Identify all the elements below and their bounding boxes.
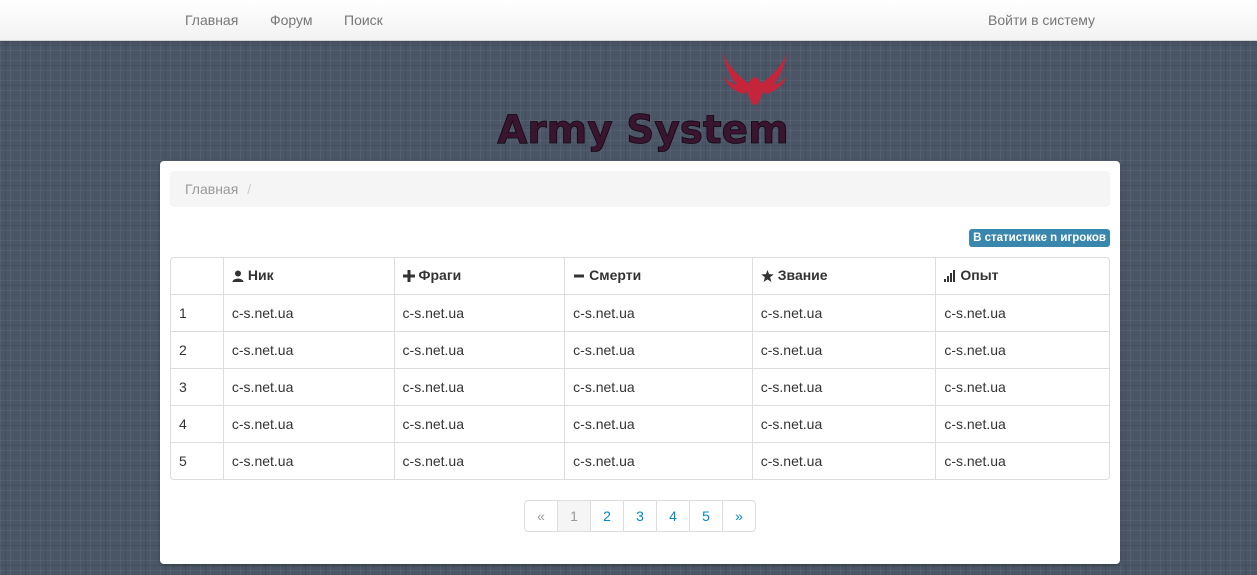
star-icon bbox=[760, 269, 774, 285]
page-3-button[interactable]: 3 bbox=[623, 501, 656, 531]
stats-table: Ник Фраги Смерти Звание Опыт 1 c-s.net.u… bbox=[170, 257, 1110, 480]
header-rank[interactable]: Звание bbox=[751, 258, 936, 294]
cell-deaths: c-s.net.ua bbox=[564, 368, 752, 405]
header-frags-label: Фраги bbox=[418, 267, 462, 283]
row-number: 3 bbox=[171, 368, 223, 405]
cell-deaths: c-s.net.ua bbox=[564, 405, 752, 442]
nav-search-link[interactable]: Поиск bbox=[344, 0, 383, 40]
cell-exp: c-s.net.ua bbox=[935, 294, 1109, 331]
table-header-row: Ник Фраги Смерти Звание Опыт bbox=[171, 258, 1109, 294]
nav-forum-link[interactable]: Форум bbox=[270, 0, 313, 40]
table-row: 3 c-s.net.ua c-s.net.ua c-s.net.ua c-s.n… bbox=[171, 368, 1109, 405]
nav-login-link[interactable]: Войти в систему bbox=[988, 0, 1095, 40]
header-rank-label: Звание bbox=[777, 267, 828, 283]
header-nick[interactable]: Ник bbox=[222, 258, 394, 294]
cell-deaths: c-s.net.ua bbox=[564, 294, 752, 331]
breadcrumb-home[interactable]: Главная bbox=[185, 181, 238, 197]
cell-frags: c-s.net.ua bbox=[393, 405, 565, 442]
cell-frags: c-s.net.ua bbox=[393, 368, 565, 405]
table-row: 4 c-s.net.ua c-s.net.ua c-s.net.ua c-s.n… bbox=[171, 405, 1109, 442]
page-prev-button[interactable]: « bbox=[525, 501, 557, 531]
top-navbar: Главная Форум Поиск Войти в систему bbox=[0, 0, 1257, 41]
cell-rank: c-s.net.ua bbox=[751, 405, 936, 442]
cell-frags: c-s.net.ua bbox=[393, 442, 565, 479]
row-number: 2 bbox=[171, 331, 223, 368]
cell-deaths: c-s.net.ua bbox=[564, 442, 752, 479]
breadcrumb-divider: / bbox=[247, 181, 252, 197]
header-frags[interactable]: Фраги bbox=[393, 258, 565, 294]
cell-exp: c-s.net.ua bbox=[935, 405, 1109, 442]
minus-icon bbox=[573, 269, 585, 285]
cell-exp: c-s.net.ua bbox=[935, 368, 1109, 405]
cell-frags: c-s.net.ua bbox=[393, 294, 565, 331]
cell-frags: c-s.net.ua bbox=[393, 331, 565, 368]
header-number bbox=[171, 258, 223, 294]
header-deaths-label: Смерти bbox=[589, 267, 642, 283]
header-exp[interactable]: Опыт bbox=[935, 258, 1109, 294]
row-number: 4 bbox=[171, 405, 223, 442]
signal-icon bbox=[944, 269, 956, 285]
cell-nick: c-s.net.ua bbox=[222, 294, 394, 331]
page-next-button[interactable]: » bbox=[722, 501, 755, 531]
pagination: « 1 2 3 4 5 » bbox=[524, 500, 756, 532]
table-row: 5 c-s.net.ua c-s.net.ua c-s.net.ua c-s.n… bbox=[171, 442, 1109, 479]
cell-nick: c-s.net.ua bbox=[222, 368, 394, 405]
table-row: 1 c-s.net.ua c-s.net.ua c-s.net.ua c-s.n… bbox=[171, 294, 1109, 331]
header-exp-label: Опыт bbox=[960, 267, 999, 283]
cell-rank: c-s.net.ua bbox=[751, 294, 936, 331]
plus-icon bbox=[402, 269, 415, 285]
page-4-button[interactable]: 4 bbox=[656, 501, 689, 531]
site-logo[interactable]: Army System bbox=[495, 48, 790, 153]
cell-deaths: c-s.net.ua bbox=[564, 331, 752, 368]
cell-exp: c-s.net.ua bbox=[935, 442, 1109, 479]
row-number: 5 bbox=[171, 442, 223, 479]
page-2-button[interactable]: 2 bbox=[590, 501, 623, 531]
cell-rank: c-s.net.ua bbox=[751, 442, 936, 479]
breadcrumb: Главная / bbox=[170, 171, 1110, 207]
logo-text: Army System bbox=[497, 108, 789, 152]
header-deaths[interactable]: Смерти bbox=[564, 258, 752, 294]
header-nick-label: Ник bbox=[247, 267, 274, 283]
cell-nick: c-s.net.ua bbox=[222, 331, 394, 368]
cell-exp: c-s.net.ua bbox=[935, 331, 1109, 368]
table-row: 2 c-s.net.ua c-s.net.ua c-s.net.ua c-s.n… bbox=[171, 331, 1109, 368]
page-1-button[interactable]: 1 bbox=[557, 501, 590, 531]
main-panel: Главная / В статистике n игроков Ник Фра… bbox=[160, 161, 1120, 564]
cell-rank: c-s.net.ua bbox=[751, 368, 936, 405]
cell-rank: c-s.net.ua bbox=[751, 331, 936, 368]
player-count-badge: В статистике n игроков bbox=[969, 229, 1110, 247]
phoenix-icon: Army System bbox=[497, 52, 789, 153]
cell-nick: c-s.net.ua bbox=[222, 442, 394, 479]
nav-home-link[interactable]: Главная bbox=[185, 0, 238, 40]
user-icon bbox=[232, 269, 244, 285]
page-5-button[interactable]: 5 bbox=[689, 501, 722, 531]
cell-nick: c-s.net.ua bbox=[222, 405, 394, 442]
row-number: 1 bbox=[171, 294, 223, 331]
